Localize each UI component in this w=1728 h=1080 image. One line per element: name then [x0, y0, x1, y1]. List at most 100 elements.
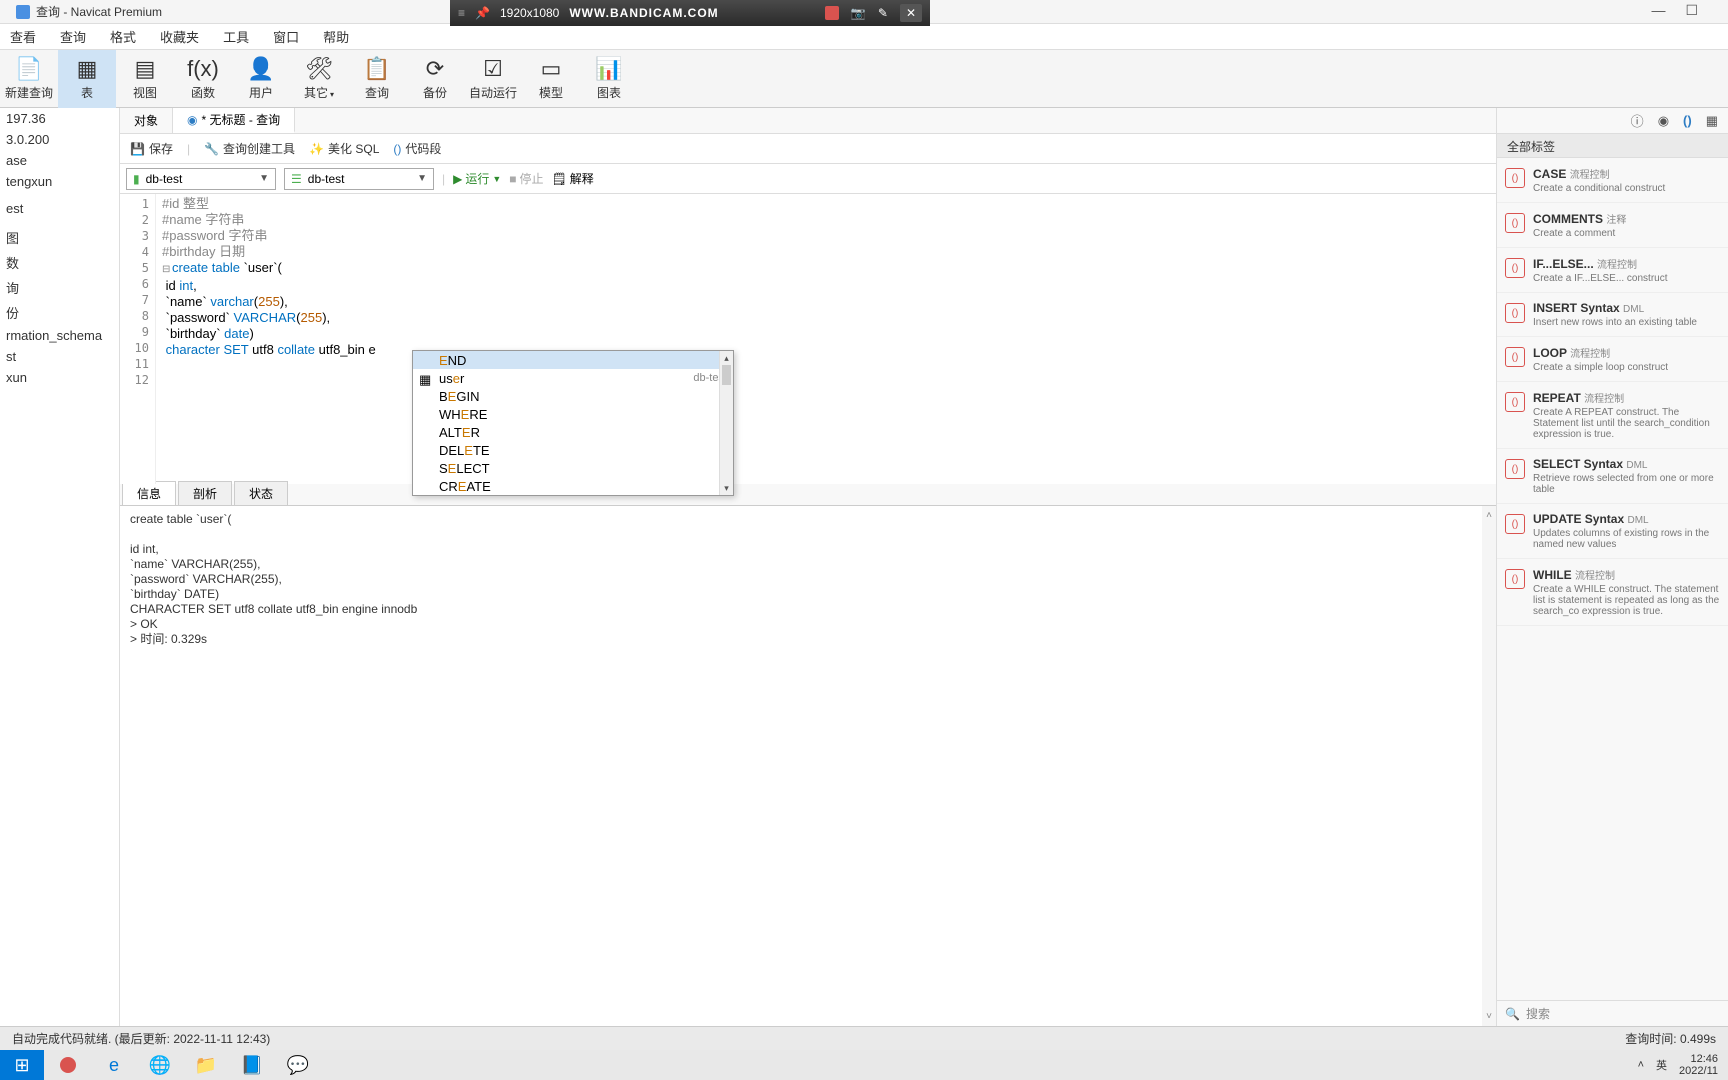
tree-item[interactable]: rmation_schema: [0, 325, 119, 346]
browser-icon[interactable]: 🌐: [138, 1050, 182, 1080]
edge-icon[interactable]: e: [92, 1050, 136, 1080]
code-icon: (): [1505, 303, 1525, 323]
tree-item[interactable]: 3.0.200: [0, 129, 119, 150]
toolbar-表[interactable]: ▦表: [58, 50, 116, 108]
record-icon[interactable]: [825, 6, 839, 20]
tree-item[interactable]: 数: [0, 250, 119, 275]
toolbar-用户[interactable]: 👤用户: [232, 50, 290, 108]
pencil-icon[interactable]: ✎: [878, 6, 888, 20]
tree-item[interactable]: 询: [0, 275, 119, 300]
tree-item[interactable]: 份: [0, 300, 119, 325]
menu-格式[interactable]: 格式: [110, 27, 136, 46]
menu-工具[interactable]: 工具: [223, 27, 249, 46]
result-tab-信息[interactable]: 信息: [122, 481, 176, 505]
info-icon[interactable]: ⓘ: [1631, 111, 1644, 130]
connection-tree[interactable]: 197.363.0.200asetengxun est 图数询份rmation_sc…: [0, 108, 120, 1026]
ime-indicator[interactable]: 英: [1656, 1057, 1667, 1073]
menu-窗口[interactable]: 窗口: [273, 27, 299, 46]
status-right: 查询时间: 0.499s: [1625, 1030, 1716, 1047]
menu-帮助[interactable]: 帮助: [323, 27, 349, 46]
toolbar-其它[interactable]: 🛠其它▾: [290, 50, 348, 108]
autocomplete-item[interactable]: CREATE: [413, 477, 733, 495]
braces-icon[interactable]: (): [1683, 113, 1692, 128]
toolbar-视图[interactable]: ▤视图: [116, 50, 174, 108]
snippet-list[interactable]: ()CASE 流程控制Create a conditional construc…: [1497, 158, 1728, 1000]
bandicam-logo: WWW.BANDICAM.COM: [569, 6, 718, 20]
tray-chevron-icon[interactable]: ˄: [1638, 1059, 1644, 1071]
notepad-icon[interactable]: 📘: [230, 1050, 274, 1080]
minimize-button[interactable]: —: [1651, 2, 1665, 19]
autocomplete-popup[interactable]: END▦userdb-testBEGINWHEREALTERDELETESELE…: [412, 350, 734, 496]
menu-查看[interactable]: 查看: [10, 27, 36, 46]
wechat-icon[interactable]: 💬: [276, 1050, 320, 1080]
eye-icon[interactable]: ◉: [1658, 113, 1669, 129]
code-area[interactable]: #id 整型#name 字符串#password 字符串#birthday 日期…: [156, 194, 1496, 484]
autocomplete-item[interactable]: DELETE: [413, 441, 733, 459]
autocomplete-item[interactable]: WHERE: [413, 405, 733, 423]
autocomplete-item[interactable]: BEGIN: [413, 387, 733, 405]
toolbar-函数[interactable]: f(x)函数: [174, 50, 232, 108]
snippet-item[interactable]: ()WHILE 流程控制Create a WHILE construct. Th…: [1497, 559, 1728, 626]
tab-objects[interactable]: 对象: [120, 108, 173, 133]
output-panel[interactable]: create table `user`( id int, `name` VARC…: [120, 506, 1496, 1026]
sql-editor[interactable]: 123456789101112 #id 整型#name 字符串#password…: [120, 194, 1496, 484]
close-icon[interactable]: ✕: [900, 4, 922, 22]
start-button[interactable]: ⊞: [0, 1050, 44, 1080]
save-button[interactable]: 💾 保存: [130, 140, 173, 157]
tree-item[interactable]: 197.36: [0, 108, 119, 129]
autocomplete-scrollbar[interactable]: ▴▾: [719, 351, 733, 495]
connection-combo[interactable]: ▮ db-test▼: [126, 168, 276, 190]
tree-item[interactable]: tengxun: [0, 171, 119, 192]
clock[interactable]: 12:46 2022/11: [1679, 1053, 1718, 1077]
tree-item[interactable]: est: [0, 198, 119, 219]
menu-查询[interactable]: 查询: [60, 27, 86, 46]
panel-icons: ⓘ ◉ () ▦: [1497, 108, 1728, 134]
run-button[interactable]: ▶ 运行 ▼: [453, 170, 501, 187]
toolbar-自动运行[interactable]: ☑自动运行: [464, 50, 522, 108]
snippet-search[interactable]: 🔍 搜索: [1497, 1000, 1728, 1026]
toolbar-备份[interactable]: ⟳备份: [406, 50, 464, 108]
output-scrollbar[interactable]: ˄ ˅: [1482, 506, 1496, 1026]
autocomplete-item[interactable]: ▦userdb-test: [413, 369, 733, 387]
result-tab-状态[interactable]: 状态: [234, 481, 288, 505]
snippet-item[interactable]: ()REPEAT 流程控制Create A REPEAT construct. …: [1497, 382, 1728, 449]
snippet-item[interactable]: ()COMMENTS 注释Create a comment: [1497, 203, 1728, 248]
camera-icon[interactable]: 📷: [851, 6, 866, 20]
snippet-item[interactable]: ()INSERT Syntax DMLInsert new rows into …: [1497, 293, 1728, 337]
snippet-item[interactable]: ()LOOP 流程控制Create a simple loop construc…: [1497, 337, 1728, 382]
tree-item[interactable]: 图: [0, 225, 119, 250]
code-icon: (): [1505, 168, 1525, 188]
toolbar-新建查询[interactable]: 📄新建查询: [0, 50, 58, 108]
toolbar-查询[interactable]: 📋查询: [348, 50, 406, 108]
snippet-item[interactable]: ()UPDATE Syntax DMLUpdates columns of ex…: [1497, 504, 1728, 559]
menu-收藏夹[interactable]: 收藏夹: [160, 27, 199, 46]
grid-icon[interactable]: ▦: [1706, 113, 1718, 129]
database-icon: ▮: [133, 172, 140, 186]
code-icon: (): [1505, 258, 1525, 278]
snippet-item[interactable]: ()CASE 流程控制Create a conditional construc…: [1497, 158, 1728, 203]
snippet-item[interactable]: ()SELECT Syntax DMLRetrieve rows selecte…: [1497, 449, 1728, 504]
autocomplete-item[interactable]: SELECT: [413, 459, 733, 477]
query-builder-button[interactable]: 🔧 查询创建工具: [204, 140, 295, 157]
menu-icon[interactable]: ≡: [458, 6, 465, 20]
pin-icon[interactable]: 📌: [475, 6, 490, 20]
explorer-icon[interactable]: 📁: [184, 1050, 228, 1080]
toolbar-图表[interactable]: 📊图表: [580, 50, 638, 108]
tab-query[interactable]: ◉ * 无标题 - 查询: [173, 108, 295, 133]
autocomplete-item[interactable]: ALTER: [413, 423, 733, 441]
explain-button[interactable]: 🗒 解释: [552, 170, 594, 187]
autocomplete-item[interactable]: END: [413, 351, 733, 369]
tree-item[interactable]: st: [0, 346, 119, 367]
code-icon: (): [1505, 459, 1525, 479]
tree-item[interactable]: ase: [0, 150, 119, 171]
schema-combo[interactable]: ☰ db-test▼: [284, 168, 434, 190]
toolbar-模型[interactable]: ▭模型: [522, 50, 580, 108]
maximize-button[interactable]: ☐: [1685, 2, 1698, 19]
snippet-item[interactable]: ()IF...ELSE... 流程控制Create a IF...ELSE...…: [1497, 248, 1728, 293]
result-tab-剖析[interactable]: 剖析: [178, 481, 232, 505]
code-icon: (): [1505, 392, 1525, 412]
beautify-button[interactable]: ✨ 美化 SQL: [309, 140, 379, 157]
snippet-button[interactable]: () 代码段: [393, 140, 441, 157]
tree-item[interactable]: xun: [0, 367, 119, 388]
record-icon[interactable]: [46, 1050, 90, 1080]
